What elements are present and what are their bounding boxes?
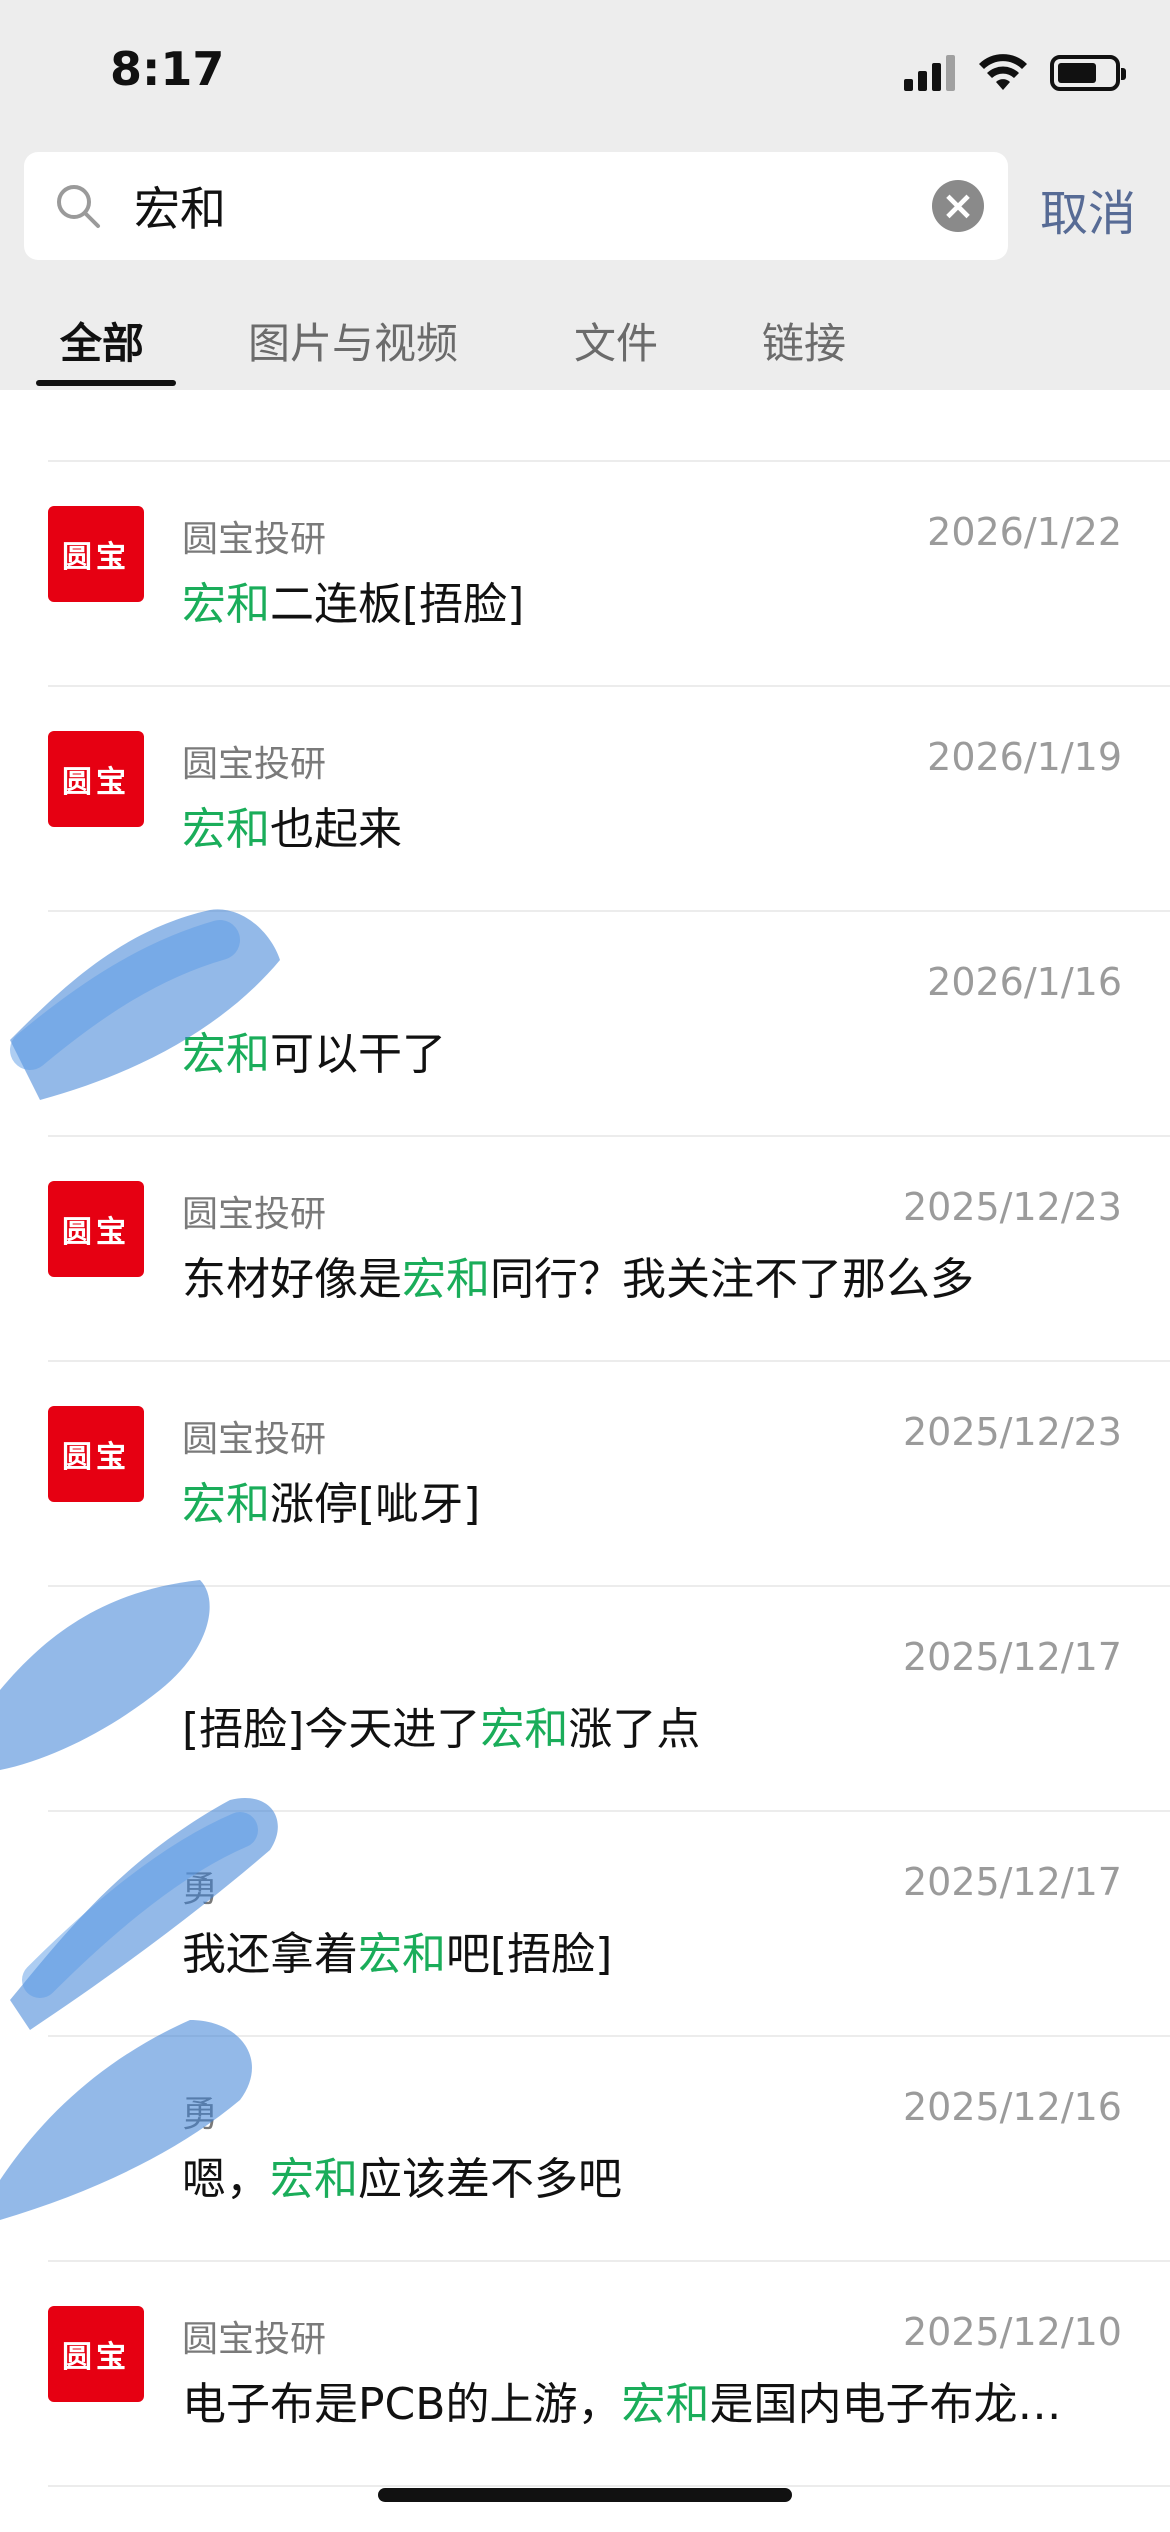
sender-name: 圆宝投研 <box>182 2319 327 2360</box>
message-date: 2026/1/16 <box>927 960 1122 1004</box>
message-snippet: 我还拿着宏和吧[捂脸] <box>182 1918 1152 1982</box>
list-item[interactable]: 圆宝 圆宝投研 2025/12/23 宏和涨停[呲牙] <box>48 1362 1170 1587</box>
sender-name: 勇 <box>182 1869 219 1910</box>
avatar[interactable]: 圆宝 <box>48 1406 144 1502</box>
message-date: 2025/12/17 <box>902 1635 1122 1679</box>
message-snippet: 宏和也起来 <box>182 793 1152 857</box>
snippet-prefix: [捂脸]今天进了 <box>182 1704 481 1755</box>
keyword-highlight: 宏和 <box>621 2379 710 2430</box>
search-results-list: 圆宝 圆宝投研 2026/1/22 宏和二连板[捂脸] 圆宝 圆宝投研 2026/1/19 宏… <box>0 390 1170 2487</box>
home-indicator <box>378 2488 792 2502</box>
clear-icon[interactable]: × <box>932 180 984 232</box>
list-item[interactable]: 圆宝 圆宝投研 2025/12/10 电子布是PCB的上游，宏和是国内电子布龙… <box>48 2262 1170 2487</box>
message-date: 2025/12/23 <box>902 1410 1122 1454</box>
message-date: 2026/1/22 <box>927 510 1122 554</box>
message-date: 2025/12/16 <box>902 2085 1122 2129</box>
snippet-suffix: 也起来 <box>270 804 402 855</box>
keyword-highlight: 宏和 <box>358 1929 446 1980</box>
avatar[interactable]: 圆宝 <box>48 1181 144 1277</box>
tab-links[interactable]: 链接 <box>762 310 846 371</box>
sender-name: 圆宝投研 <box>182 1419 327 1460</box>
message-date: 2025/12/17 <box>902 1860 1122 1904</box>
message-date: 2025/12/23 <box>902 1185 1122 1229</box>
keyword-highlight: 宏和 <box>182 1029 270 1080</box>
search-input[interactable] <box>134 176 934 236</box>
message-snippet: [捂脸]今天进了宏和涨了点 <box>182 1693 1152 1757</box>
keyword-highlight: 宏和 <box>402 1254 490 1305</box>
snippet-suffix: 涨停[呲牙] <box>270 1479 481 1530</box>
sender-name: 圆宝投研 <box>182 519 327 560</box>
avatar[interactable]: 圆宝 <box>48 506 144 602</box>
list-item[interactable]: 2026/1/16 宏和可以干了 <box>48 912 1170 1137</box>
snippet-suffix: 是国内电子布龙… <box>709 2379 1062 2430</box>
avatar[interactable]: 圆宝 <box>48 731 144 827</box>
snippet-prefix: 我还拿着 <box>182 1929 358 1980</box>
status-icons <box>904 50 1126 96</box>
list-item[interactable]: 圆宝 圆宝投研 2025/12/23 东材好像是宏和同行？我关注不了那么多 <box>48 1137 1170 1362</box>
list-item[interactable]: 圆宝 圆宝投研 2026/1/22 宏和二连板[捂脸] <box>48 462 1170 687</box>
keyword-highlight: 宏和 <box>182 804 270 855</box>
message-date: 2025/12/10 <box>902 2310 1122 2354</box>
top-bar: 8:17 × 取消 全部 图片与视频 文件 链接 <box>0 0 1170 390</box>
snippet-prefix: 东材好像是 <box>182 1254 402 1305</box>
snippet-prefix: 嗯， <box>182 2154 270 2205</box>
snippet-prefix: 电子布是PCB的上游， <box>182 2379 622 2430</box>
sender-name: 勇 <box>182 2094 219 2135</box>
search-icon <box>57 185 100 228</box>
status-time: 8:17 <box>110 42 225 96</box>
keyword-highlight: 宏和 <box>270 2154 358 2205</box>
keyword-highlight: 宏和 <box>480 1704 569 1755</box>
active-tab-indicator <box>36 380 176 386</box>
battery-icon <box>1050 55 1126 91</box>
keyword-highlight: 宏和 <box>182 579 270 630</box>
message-snippet: 宏和可以干了 <box>182 1018 1152 1082</box>
list-item[interactable]: 勇 2025/12/17 我还拿着宏和吧[捂脸] <box>48 1812 1170 2037</box>
message-snippet: 电子布是PCB的上游，宏和是国内电子布龙… <box>182 2368 1152 2432</box>
sender-name: 圆宝投研 <box>182 1194 327 1235</box>
snippet-suffix: 二连板[捂脸] <box>270 579 525 630</box>
snippet-suffix: 应该差不多吧 <box>358 2154 622 2205</box>
sender-name: 圆宝投研 <box>182 744 327 785</box>
message-snippet: 嗯，宏和应该差不多吧 <box>182 2143 1152 2207</box>
list-item[interactable]: 勇 2025/12/16 嗯，宏和应该差不多吧 <box>48 2037 1170 2262</box>
message-snippet: 东材好像是宏和同行？我关注不了那么多 <box>182 1243 1152 1307</box>
snippet-suffix: 吧[捂脸] <box>446 1929 613 1980</box>
message-date: 2026/1/19 <box>927 735 1122 779</box>
avatar[interactable]: 圆宝 <box>48 2306 144 2402</box>
filter-tabs: 全部 图片与视频 文件 链接 <box>0 300 1170 390</box>
snippet-suffix: 可以干了 <box>270 1029 446 1080</box>
message-snippet: 宏和二连板[捂脸] <box>182 568 1152 632</box>
keyword-highlight: 宏和 <box>182 1479 270 1530</box>
snippet-suffix: 涨了点 <box>568 1704 701 1755</box>
list-item[interactable]: 圆宝 圆宝投研 2026/1/19 宏和也起来 <box>48 687 1170 912</box>
tab-all[interactable]: 全部 <box>60 310 144 371</box>
tab-files[interactable]: 文件 <box>574 310 658 371</box>
partial-list-item <box>48 390 1170 462</box>
search-bar[interactable]: × <box>24 152 1008 260</box>
list-item[interactable]: 2025/12/17 [捂脸]今天进了宏和涨了点 <box>48 1587 1170 1812</box>
signal-icon <box>904 55 956 91</box>
wifi-icon <box>979 54 1027 90</box>
snippet-suffix: 同行？我关注不了那么多 <box>490 1254 974 1305</box>
cancel-button[interactable]: 取消 <box>1040 174 1136 244</box>
tab-images-videos[interactable]: 图片与视频 <box>248 310 458 371</box>
message-snippet: 宏和涨停[呲牙] <box>182 1468 1152 1532</box>
